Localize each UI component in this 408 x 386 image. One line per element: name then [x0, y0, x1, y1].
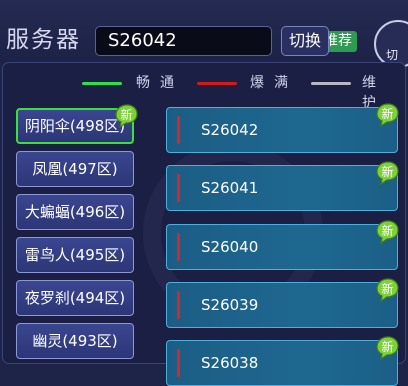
server-search-field[interactable]: S26042 推荐: [95, 26, 357, 56]
legend-swatch-full: [197, 82, 237, 85]
status-bar-full: [177, 116, 180, 144]
new-badge-icon: 新: [376, 336, 399, 361]
legend-label-smooth: 畅通: [136, 75, 184, 91]
new-badge-icon: 新: [376, 161, 399, 186]
server-name: S26041: [201, 179, 259, 197]
new-badge-icon: 新: [115, 104, 138, 129]
server-name: S26039: [201, 296, 259, 314]
category-button[interactable]: 夜罗刹(494区): [16, 280, 134, 316]
svg-text:新: 新: [381, 164, 393, 179]
status-bar-full: [177, 233, 180, 261]
status-bar-full: [177, 349, 180, 377]
new-badge-icon: 新: [376, 103, 399, 128]
status-bar-full: [177, 291, 180, 319]
server-entry[interactable]: S26040: [166, 224, 398, 270]
svg-text:新: 新: [381, 281, 393, 296]
switch-button[interactable]: 切换: [281, 26, 329, 56]
server-entry[interactable]: S26042: [166, 107, 398, 153]
category-button[interactable]: 雷鸟人(495区): [16, 237, 134, 273]
svg-text:新: 新: [381, 106, 393, 121]
svg-text:新: 新: [381, 339, 393, 354]
page-title: 服务器: [6, 27, 81, 53]
new-badge-icon: 新: [376, 220, 399, 245]
legend-label-maintenance: 维护: [362, 75, 386, 111]
category-button[interactable]: 大蝙蝠(496区): [16, 194, 134, 230]
server-name: S26040: [201, 238, 259, 256]
legend-swatch-smooth: [82, 82, 122, 85]
status-bar-full: [177, 174, 180, 202]
svg-text:新: 新: [120, 107, 132, 122]
new-badge-icon: 新: [376, 278, 399, 303]
legend-label-full: 爆满: [250, 75, 298, 91]
server-entry[interactable]: S26041: [166, 165, 398, 211]
category-button[interactable]: 幽灵(493区): [16, 323, 134, 359]
svg-text:新: 新: [381, 223, 393, 238]
category-button[interactable]: 凤凰(497区): [16, 151, 134, 187]
server-name: S26038: [201, 354, 259, 372]
server-entry[interactable]: S26039: [166, 282, 398, 328]
server-search-value[interactable]: S26042: [108, 30, 177, 51]
legend-swatch-maintenance: [311, 82, 351, 85]
server-entry[interactable]: S26038: [166, 340, 398, 386]
server-name: S26042: [201, 121, 259, 139]
corner-switch-label: 切: [386, 48, 399, 62]
